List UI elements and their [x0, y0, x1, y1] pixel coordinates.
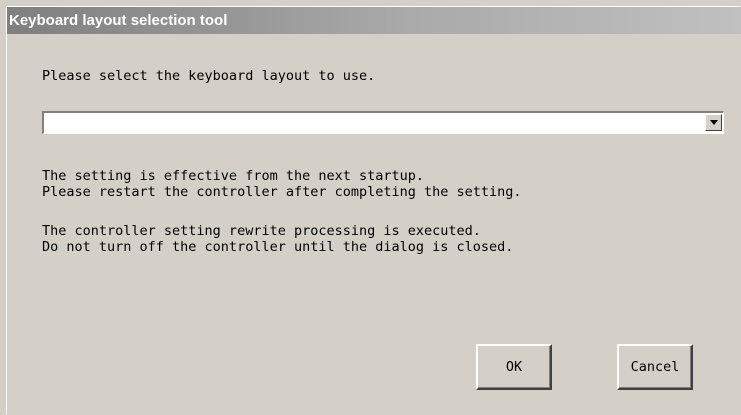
chevron-down-icon: [710, 120, 718, 125]
keyboard-layout-select[interactable]: [42, 111, 724, 134]
note-line-3: The controller setting rewrite processin…: [42, 223, 481, 239]
select-prompt: Please select the keyboard layout to use…: [42, 68, 376, 84]
note-line-2: Please restart the controller after comp…: [42, 184, 522, 200]
dropdown-button[interactable]: [705, 114, 722, 131]
window-title: Keyboard layout selection tool: [7, 7, 741, 34]
note-line-4: Do not turn off the controller until the…: [42, 239, 514, 255]
ok-button[interactable]: OK: [476, 344, 552, 390]
keyboard-layout-dialog: Keyboard layout selection tool Please se…: [6, 6, 741, 414]
cancel-button[interactable]: Cancel: [617, 344, 693, 390]
note-line-1: The setting is effective from the next s…: [42, 168, 425, 184]
